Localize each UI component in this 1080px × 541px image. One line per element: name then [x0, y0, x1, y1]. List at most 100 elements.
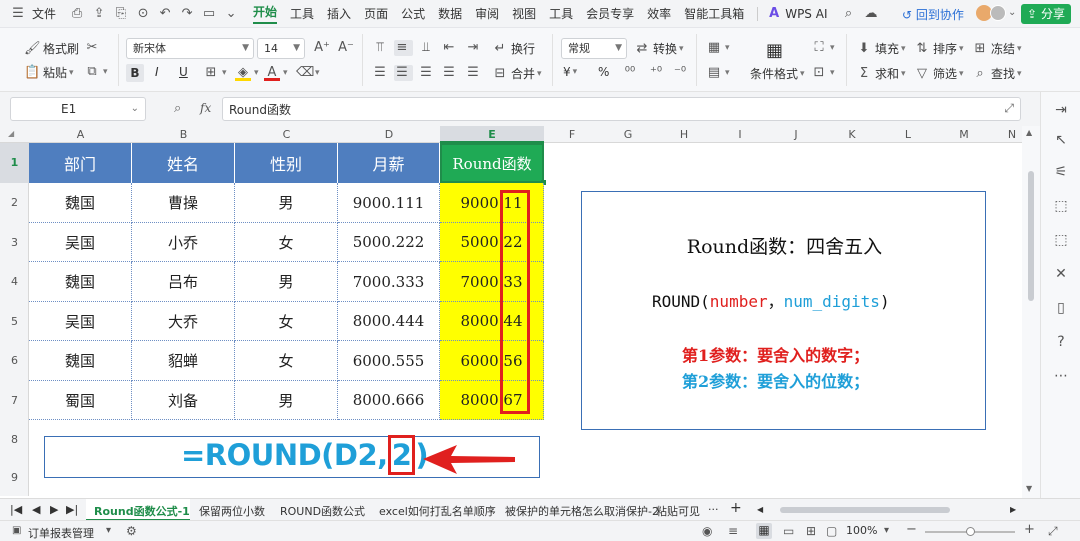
- search-icon[interactable]: ⌕: [840, 6, 856, 22]
- table-cell[interactable]: 吴国: [29, 302, 132, 341]
- menu-file[interactable]: 文件: [32, 5, 56, 22]
- cell-style-button[interactable]: ▤ ▾: [706, 65, 730, 81]
- table-header-cell[interactable]: 月薪: [338, 143, 440, 183]
- tab-page[interactable]: 页面: [364, 5, 388, 22]
- table-style-button[interactable]: ▦ ▾: [706, 40, 730, 56]
- tab-insert[interactable]: 插入: [327, 5, 351, 22]
- italic-button[interactable]: I: [155, 65, 159, 79]
- table-cell[interactable]: 貂蝉: [132, 341, 235, 381]
- select-all-icon[interactable]: ◢: [8, 129, 14, 138]
- scrollbar-thumb[interactable]: [1028, 171, 1034, 301]
- row-header-4[interactable]: 4: [0, 262, 29, 302]
- table-cell[interactable]: 魏国: [29, 262, 132, 302]
- next-sheet-icon[interactable]: ▶: [50, 503, 58, 516]
- font-shrink-button[interactable]: A⁻: [338, 40, 357, 56]
- share-button[interactable]: ⇪ 分享: [1021, 4, 1071, 24]
- table-cell[interactable]: 女: [235, 341, 338, 381]
- table-cell[interactable]: 吕布: [132, 262, 235, 302]
- decimal-increase-button[interactable]: ⁺⁰: [648, 65, 667, 81]
- save-icon[interactable]: ⎙: [69, 6, 85, 22]
- align-left-button[interactable]: ☰: [372, 65, 391, 81]
- table-cell[interactable]: 大乔: [132, 302, 235, 341]
- help-icon[interactable]: ?: [1053, 334, 1069, 350]
- table-cell[interactable]: 男: [235, 262, 338, 302]
- table-cell[interactable]: 魏国: [29, 183, 132, 223]
- tab-member[interactable]: 会员专享: [586, 5, 634, 22]
- normal-view-icon[interactable]: ▦: [756, 523, 772, 539]
- sheet-tab[interactable]: excel如何打乱名单顺序: [379, 503, 496, 519]
- tab-tools[interactable]: 工具: [290, 5, 314, 22]
- table-cell[interactable]: 6000.555: [338, 341, 440, 381]
- table-cell[interactable]: 吴国: [29, 223, 132, 262]
- cursor-select-icon[interactable]: ↖: [1053, 132, 1069, 148]
- align-center-button[interactable]: ☰: [394, 65, 413, 81]
- indent-decrease-button[interactable]: ⇤: [441, 40, 460, 56]
- justify-button[interactable]: ☰: [441, 65, 460, 81]
- add-sheet-icon[interactable]: +: [730, 500, 742, 516]
- wrap-button[interactable]: ↵ 换行: [492, 40, 535, 57]
- expand-icon[interactable]: ⤢: [1004, 101, 1014, 116]
- cloud-sync-icon[interactable]: ☁: [863, 6, 879, 22]
- row-header-3[interactable]: 3: [0, 223, 29, 262]
- tab-efficiency[interactable]: 效率: [647, 5, 671, 22]
- column-header-j[interactable]: J: [768, 126, 824, 143]
- cut-button[interactable]: ✂: [84, 40, 103, 56]
- hscroll-right-icon[interactable]: ▶: [1010, 505, 1016, 514]
- table-cell[interactable]: 8000.444: [338, 302, 440, 341]
- prev-sheet-icon[interactable]: ◀: [32, 503, 40, 516]
- column-header-l[interactable]: L: [880, 126, 936, 143]
- eye-protect-icon[interactable]: ◉: [702, 524, 712, 538]
- font-name-select[interactable]: 新宋体 ▼: [126, 38, 254, 59]
- sum-button[interactable]: Σ 求和 ▾: [856, 65, 906, 82]
- scroll-down-icon[interactable]: ▼: [1026, 484, 1032, 493]
- status-more-icon[interactable]: ≡: [728, 524, 738, 538]
- row-header-2[interactable]: 2: [0, 183, 29, 223]
- reading-mode-icon[interactable]: ▢: [826, 524, 837, 538]
- format-painter-button[interactable]: 🖌 格式刷: [24, 40, 79, 57]
- fill-button[interactable]: ⬇ 填充 ▾: [856, 40, 906, 57]
- cond-format-icon[interactable]: ▦: [766, 40, 783, 61]
- zoom-out-icon[interactable]: −: [906, 522, 917, 537]
- more-icon[interactable]: ⋯: [1053, 368, 1069, 384]
- column-header-f[interactable]: F: [544, 126, 600, 143]
- table-cell[interactable]: 刘备: [132, 381, 235, 420]
- row-header-5[interactable]: 5: [0, 302, 29, 341]
- page-break-icon[interactable]: ⊞: [806, 524, 816, 538]
- table-header-cell[interactable]: 部门: [29, 143, 132, 183]
- fx-icon[interactable]: fx: [200, 101, 211, 115]
- cell-name-box[interactable]: E1 ⌄: [10, 97, 146, 121]
- column-header-d[interactable]: D: [338, 126, 440, 143]
- tab-review[interactable]: 审阅: [475, 5, 499, 22]
- sheet-tab-active[interactable]: Round函数公式-1: [86, 499, 190, 521]
- align-bottom-button[interactable]: ⫫: [418, 40, 437, 56]
- style-icon[interactable]: ⬚: [1053, 232, 1069, 248]
- convert-button[interactable]: ⇄ 转换 ▾: [634, 40, 684, 57]
- row-header-1[interactable]: 1: [0, 143, 29, 183]
- table-cell[interactable]: 7000.333: [338, 262, 440, 302]
- paste-button[interactable]: 📋 粘贴 ▾: [24, 64, 74, 81]
- settings-sliders-icon[interactable]: ⚟: [1053, 164, 1069, 180]
- copy-button[interactable]: ⧉ ▾: [84, 64, 107, 80]
- table-cell[interactable]: 9000.111: [338, 183, 440, 223]
- tab-view[interactable]: 视图: [512, 5, 536, 22]
- fullscreen-icon[interactable]: ⤢: [1048, 524, 1058, 539]
- sheet-tabs-more-icon[interactable]: ···: [708, 503, 719, 516]
- table-cell[interactable]: 8000.666: [338, 381, 440, 420]
- tab-home[interactable]: 开始: [253, 3, 278, 24]
- sheet-tab[interactable]: 粘贴可见: [656, 503, 700, 519]
- sidebar-toggle-icon[interactable]: ⇥: [1053, 102, 1069, 118]
- percent-button[interactable]: %: [598, 65, 609, 79]
- distribute-button[interactable]: ☰: [465, 65, 484, 81]
- table-cell[interactable]: 男: [235, 381, 338, 420]
- filter-button[interactable]: ▽ 筛选 ▾: [914, 65, 964, 82]
- find-button[interactable]: ⌕ 查找 ▾: [972, 65, 1021, 82]
- wps-ai-button[interactable]: WPS AI: [785, 7, 827, 21]
- vertical-scrollbar[interactable]: ▲ ▼: [1022, 126, 1040, 498]
- column-header-e[interactable]: E: [440, 126, 544, 143]
- row-header-8[interactable]: 8: [0, 420, 29, 459]
- hamburger-icon[interactable]: ☰: [10, 6, 26, 22]
- scroll-up-icon[interactable]: ▲: [1026, 128, 1032, 137]
- tab-data[interactable]: 数据: [438, 5, 462, 22]
- zoom-level[interactable]: 100%: [846, 524, 877, 537]
- workbook-dropdown-icon[interactable]: ▾: [106, 525, 111, 536]
